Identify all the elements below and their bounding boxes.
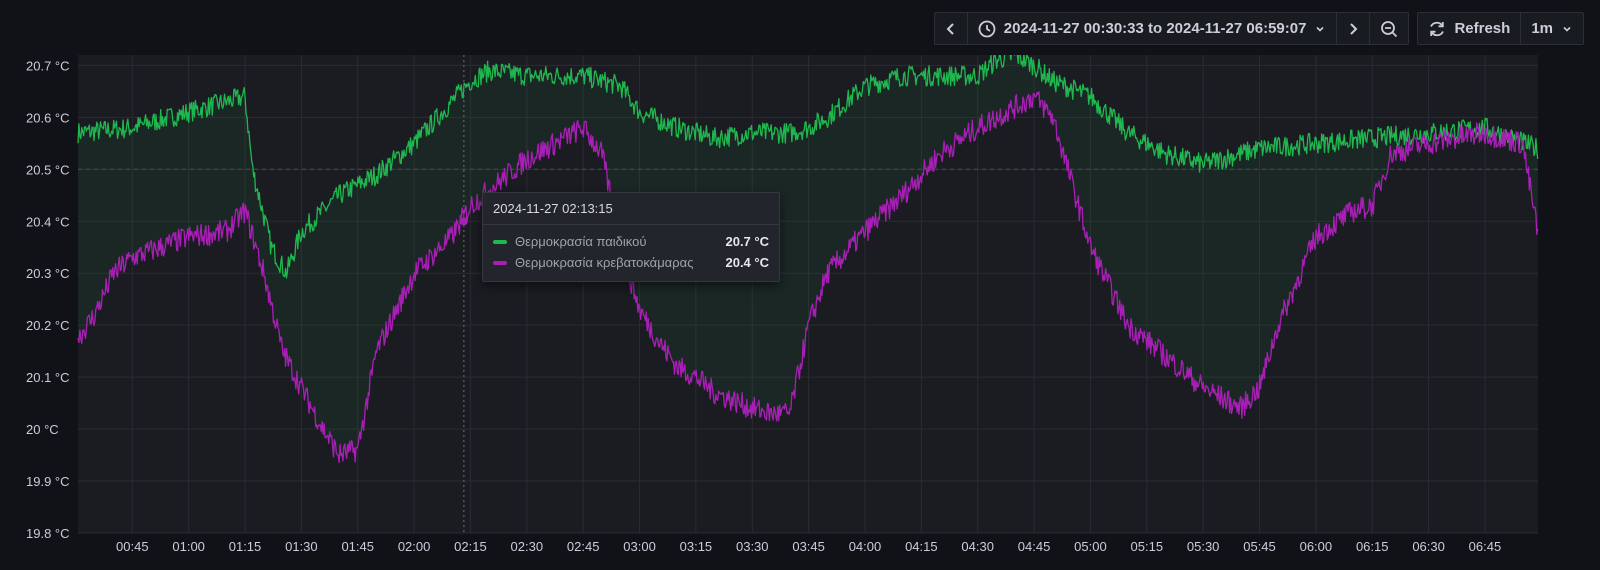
x-tick-label: 01:45 xyxy=(341,539,374,554)
tooltip-row: Θερμοκρασία παιδικού 20.7 °C xyxy=(493,231,769,252)
hover-point xyxy=(459,217,468,226)
y-tick-label: 19.8 °C xyxy=(26,526,70,541)
refresh-interval-label: 1m xyxy=(1531,20,1553,37)
chart-panel: 20.7 °C 20.6 °C 20.5 °C 20.4 °C 20.3 °C 20.2 … xyxy=(0,47,1600,565)
chevron-down-icon xyxy=(1563,26,1571,32)
x-tick-label: 01:00 xyxy=(172,539,205,554)
x-tick-label: 02:45 xyxy=(567,539,600,554)
x-tick-label: 01:15 xyxy=(229,539,262,554)
temperature-chart[interactable]: 20.7 °C 20.6 °C 20.5 °C 20.4 °C 20.3 °C 20.2 … xyxy=(0,47,1600,565)
y-tick-label: 19.9 °C xyxy=(26,474,70,489)
series-swatch xyxy=(493,239,507,244)
x-tick-label: 03:30 xyxy=(736,539,769,554)
chevron-down-icon xyxy=(1316,26,1325,32)
x-tick-label: 05:15 xyxy=(1131,539,1164,554)
refresh-controls: Refresh 1m xyxy=(1417,12,1584,45)
x-tick-label: 03:00 xyxy=(623,539,656,554)
time-back-button[interactable] xyxy=(935,13,967,44)
x-tick-label: 02:15 xyxy=(454,539,487,554)
chart-tooltip: 2024-11-27 02:13:15 Θερμοκρασία παιδικού… xyxy=(482,192,780,282)
x-tick-label: 00:45 xyxy=(116,539,149,554)
time-forward-button[interactable] xyxy=(1336,13,1369,44)
x-tick-label: 04:30 xyxy=(961,539,994,554)
x-tick-label: 04:15 xyxy=(905,539,938,554)
x-tick-label: 04:45 xyxy=(1018,539,1051,554)
clock-icon xyxy=(978,20,996,37)
time-range-controls: 2024-11-27 00:30:33 to 2024-11-27 06:59:… xyxy=(933,12,1410,45)
x-tick-label: 03:15 xyxy=(680,539,713,554)
y-tick-label: 20 °C xyxy=(26,422,59,437)
y-tick-label: 20.7 °C xyxy=(26,58,70,73)
x-tick-label: 06:45 xyxy=(1469,539,1502,554)
tooltip-series-name: Θερμοκρασία παιδικού xyxy=(515,234,647,249)
refresh-button[interactable]: Refresh xyxy=(1418,13,1520,44)
x-tick-label: 05:30 xyxy=(1187,539,1220,554)
x-tick-label: 05:00 xyxy=(1074,539,1107,554)
time-toolbar: 2024-11-27 00:30:33 to 2024-11-27 06:59:… xyxy=(933,12,1584,45)
x-tick-label: 06:00 xyxy=(1300,539,1333,554)
tooltip-row: Θερμοκρασία κρεβατοκάμαρας 20.4 °C xyxy=(493,252,769,273)
tooltip-time: 2024-11-27 02:13:15 xyxy=(483,193,779,225)
x-tick-label: 02:00 xyxy=(398,539,431,554)
x-tick-label: 03:45 xyxy=(792,539,825,554)
refresh-label: Refresh xyxy=(1454,20,1511,37)
chevron-left-icon xyxy=(946,22,954,35)
refresh-icon xyxy=(1430,21,1445,36)
zoom-out-icon xyxy=(1381,20,1398,37)
tooltip-series-name: Θερμοκρασία κρεβατοκάμαρας xyxy=(515,255,694,270)
x-tick-label: 05:45 xyxy=(1243,539,1276,554)
x-tick-label: 06:15 xyxy=(1356,539,1389,554)
tooltip-series-value: 20.7 °C xyxy=(725,234,769,249)
y-tick-label: 20.6 °C xyxy=(26,110,70,125)
x-tick-label: 01:30 xyxy=(285,539,318,554)
y-tick-label: 20.5 °C xyxy=(26,162,70,177)
x-tick-label: 04:00 xyxy=(849,539,882,554)
time-range-label: 2024-11-27 00:30:33 to 2024-11-27 06:59:… xyxy=(1003,20,1307,37)
time-range-picker[interactable]: 2024-11-27 00:30:33 to 2024-11-27 06:59:… xyxy=(966,13,1337,44)
zoom-out-button[interactable] xyxy=(1369,13,1408,44)
refresh-interval-picker[interactable]: 1m xyxy=(1520,13,1583,44)
y-tick-label: 20.3 °C xyxy=(26,266,70,281)
x-tick-label: 02:30 xyxy=(511,539,544,554)
x-tick-label: 06:30 xyxy=(1412,539,1445,554)
y-tick-label: 20.2 °C xyxy=(26,318,70,333)
tooltip-series-value: 20.4 °C xyxy=(725,255,769,270)
y-tick-label: 20.1 °C xyxy=(26,370,70,385)
series-swatch xyxy=(493,260,507,265)
y-tick-label: 20.4 °C xyxy=(26,214,70,229)
chevron-right-icon xyxy=(1350,22,1358,35)
